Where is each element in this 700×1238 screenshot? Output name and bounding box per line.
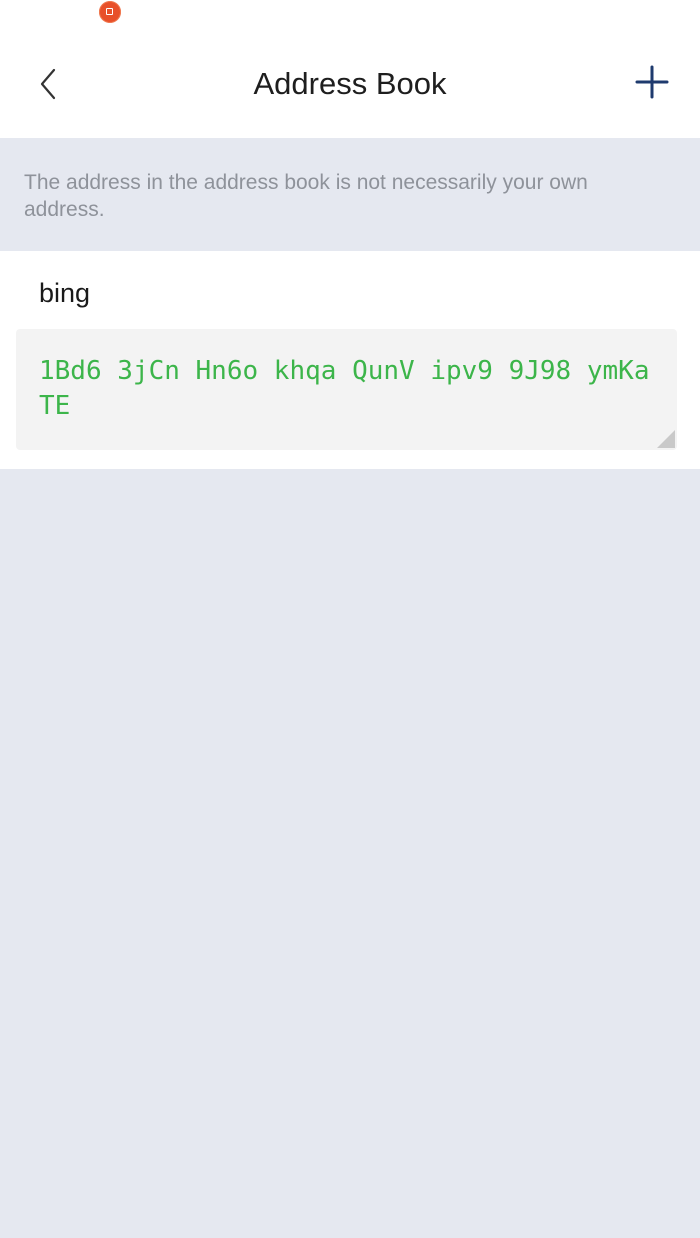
- notice-banner: The address in the address book is not n…: [0, 138, 700, 251]
- plus-icon: [635, 65, 669, 99]
- resize-handle-icon[interactable]: [657, 430, 675, 448]
- notice-text: The address in the address book is not n…: [24, 171, 588, 221]
- entry-name: bing: [39, 278, 91, 308]
- app-header: Address Book: [0, 36, 700, 138]
- screen-record-icon: [99, 1, 121, 23]
- status-bar: [0, 0, 700, 36]
- page-title: Address Book: [253, 66, 447, 101]
- address-value: 1Bd6 3jCn Hn6o khqa QunV ipv9 9J98 ymKa …: [39, 356, 650, 421]
- address-entry[interactable]: bing 1Bd6 3jCn Hn6o khqa QunV ipv9 9J98 …: [0, 251, 700, 469]
- add-address-button[interactable]: [628, 58, 676, 106]
- address-field[interactable]: 1Bd6 3jCn Hn6o khqa QunV ipv9 9J98 ymKa …: [16, 329, 677, 450]
